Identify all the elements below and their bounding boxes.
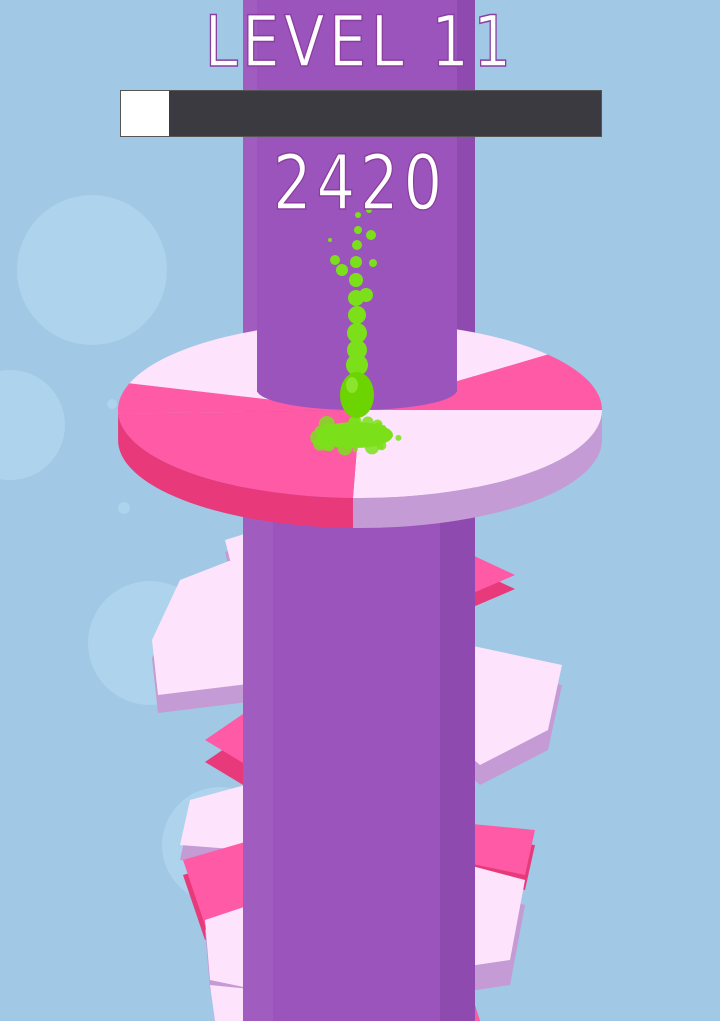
trail-drop bbox=[350, 256, 362, 268]
level-progress-fill bbox=[121, 91, 169, 136]
background-bubble bbox=[107, 399, 117, 409]
trail-drop bbox=[328, 238, 332, 242]
splash-drop bbox=[395, 435, 401, 441]
level-progress-bar bbox=[120, 90, 602, 137]
trail-drop bbox=[349, 273, 363, 287]
ball-highlight bbox=[346, 377, 358, 393]
trail-drop bbox=[359, 288, 373, 302]
trail-drop bbox=[330, 255, 340, 265]
trail-drop bbox=[348, 306, 366, 324]
game-screen[interactable]: LEVEL 11 2420 bbox=[0, 0, 720, 1021]
trail-drop bbox=[336, 264, 348, 276]
splash-core bbox=[317, 422, 393, 448]
trail-drop bbox=[366, 230, 376, 240]
trail-drop bbox=[352, 240, 362, 250]
ball-body bbox=[340, 372, 374, 418]
background-bubble bbox=[118, 502, 130, 514]
level-title: LEVEL 11 bbox=[54, 0, 666, 84]
score-counter: 2420 bbox=[72, 138, 648, 228]
trail-drop bbox=[369, 259, 377, 267]
